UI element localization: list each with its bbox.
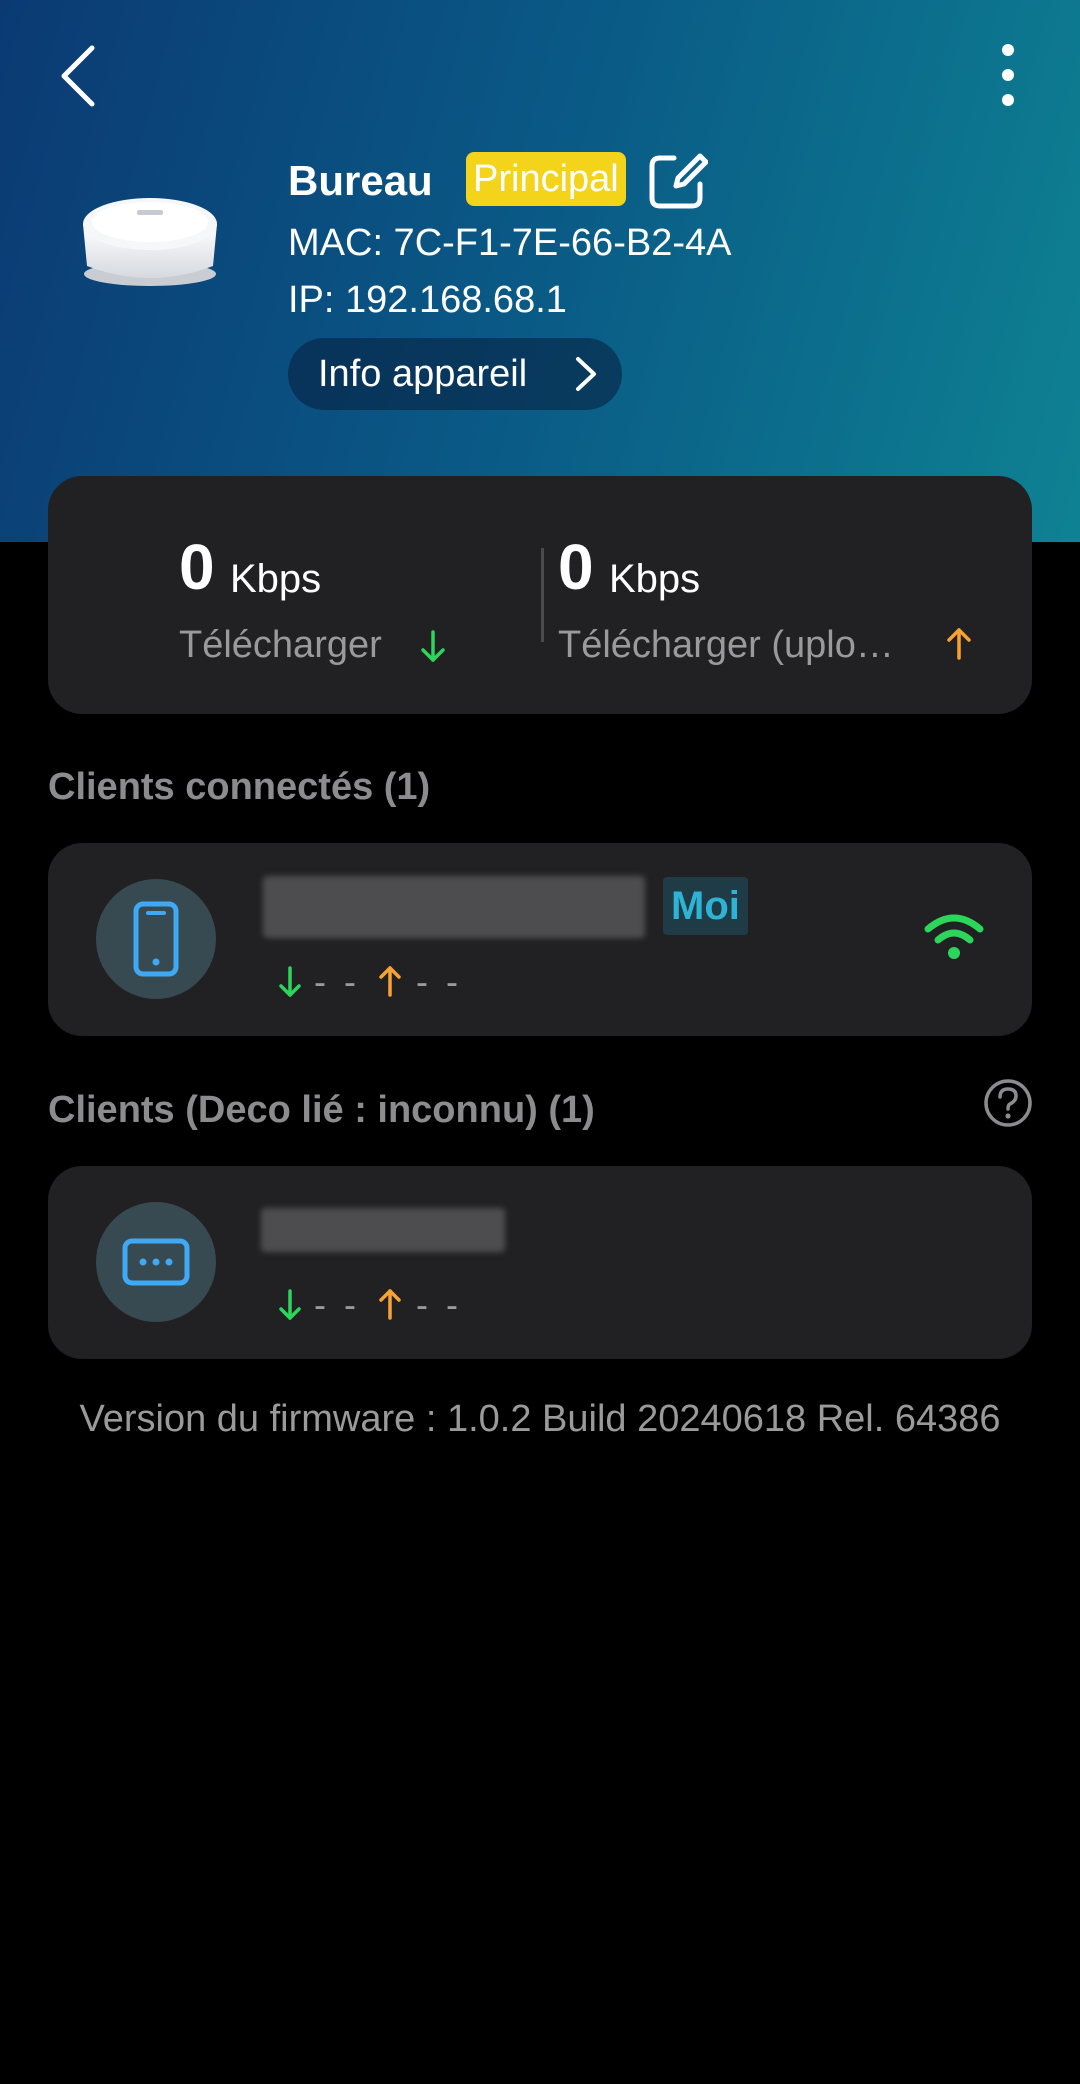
phone-icon: [133, 901, 179, 977]
ip-address: IP: 192.168.68.1: [288, 279, 567, 321]
client-upload-value: - -: [416, 961, 462, 1002]
more-options-button[interactable]: [978, 38, 1040, 114]
client-download-value: - -: [314, 961, 360, 1002]
device-info-label: Info appareil: [318, 353, 528, 395]
client-upload-value: - -: [416, 1284, 462, 1325]
client-traffic: - - - -: [270, 961, 490, 1003]
download-label: Télécharger: [179, 624, 382, 666]
client-list-item[interactable]: - - - -: [48, 1166, 1032, 1359]
me-badge: Moi: [663, 877, 748, 935]
deco-device-image: [75, 186, 225, 290]
download-arrow-icon: [279, 966, 301, 997]
download-speed-value: 0: [179, 531, 215, 603]
chevron-right-icon: [576, 357, 596, 391]
help-icon: [984, 1079, 1032, 1127]
device-icon: [122, 1238, 190, 1286]
device-info-button[interactable]: Info appareil: [288, 338, 622, 410]
client-avatar: [96, 879, 216, 999]
upload-arrow-icon: [947, 628, 971, 660]
client-list-item[interactable]: Moi - - - -: [48, 843, 1032, 1036]
more-vertical-icon: [1002, 44, 1014, 106]
speed-card: 0 Kbps Télécharger 0 Kbps Télécharger (u…: [48, 476, 1032, 714]
upload-arrow-icon: [379, 1289, 401, 1320]
client-name-redacted: [263, 876, 645, 938]
firmware-version: Version du firmware : 1.0.2 Build 202406…: [79, 1398, 1001, 1440]
download-arrow-icon: [279, 1289, 301, 1320]
help-button[interactable]: [983, 1078, 1033, 1128]
upload-arrow-icon: [379, 966, 401, 997]
upload-label: Télécharger (uplo…: [558, 624, 894, 666]
download-arrow-icon: [421, 630, 445, 662]
main-status-badge: Principal: [466, 152, 626, 206]
unknown-clients-title: Clients (Deco lié : inconnu) (1): [48, 1089, 595, 1131]
client-traffic: - - - -: [270, 1284, 490, 1326]
client-avatar: [96, 1202, 216, 1322]
connected-clients-title: Clients connectés (1): [48, 766, 431, 808]
wifi-signal-icon: [924, 914, 984, 959]
edit-name-button[interactable]: [646, 150, 709, 212]
edit-icon: [649, 153, 709, 209]
device-name: Bureau: [288, 157, 433, 204]
upload-speed-unit: Kbps: [609, 557, 701, 601]
mac-address: MAC: 7C-F1-7E-66-B2-4A: [288, 222, 732, 264]
upload-speed-value: 0: [558, 531, 594, 603]
client-download-value: - -: [314, 1284, 360, 1325]
back-button[interactable]: [50, 38, 110, 114]
back-arrow-icon: [61, 45, 95, 107]
download-speed-unit: Kbps: [230, 557, 322, 601]
client-name-redacted: [261, 1208, 505, 1252]
speed-divider: [541, 548, 544, 642]
